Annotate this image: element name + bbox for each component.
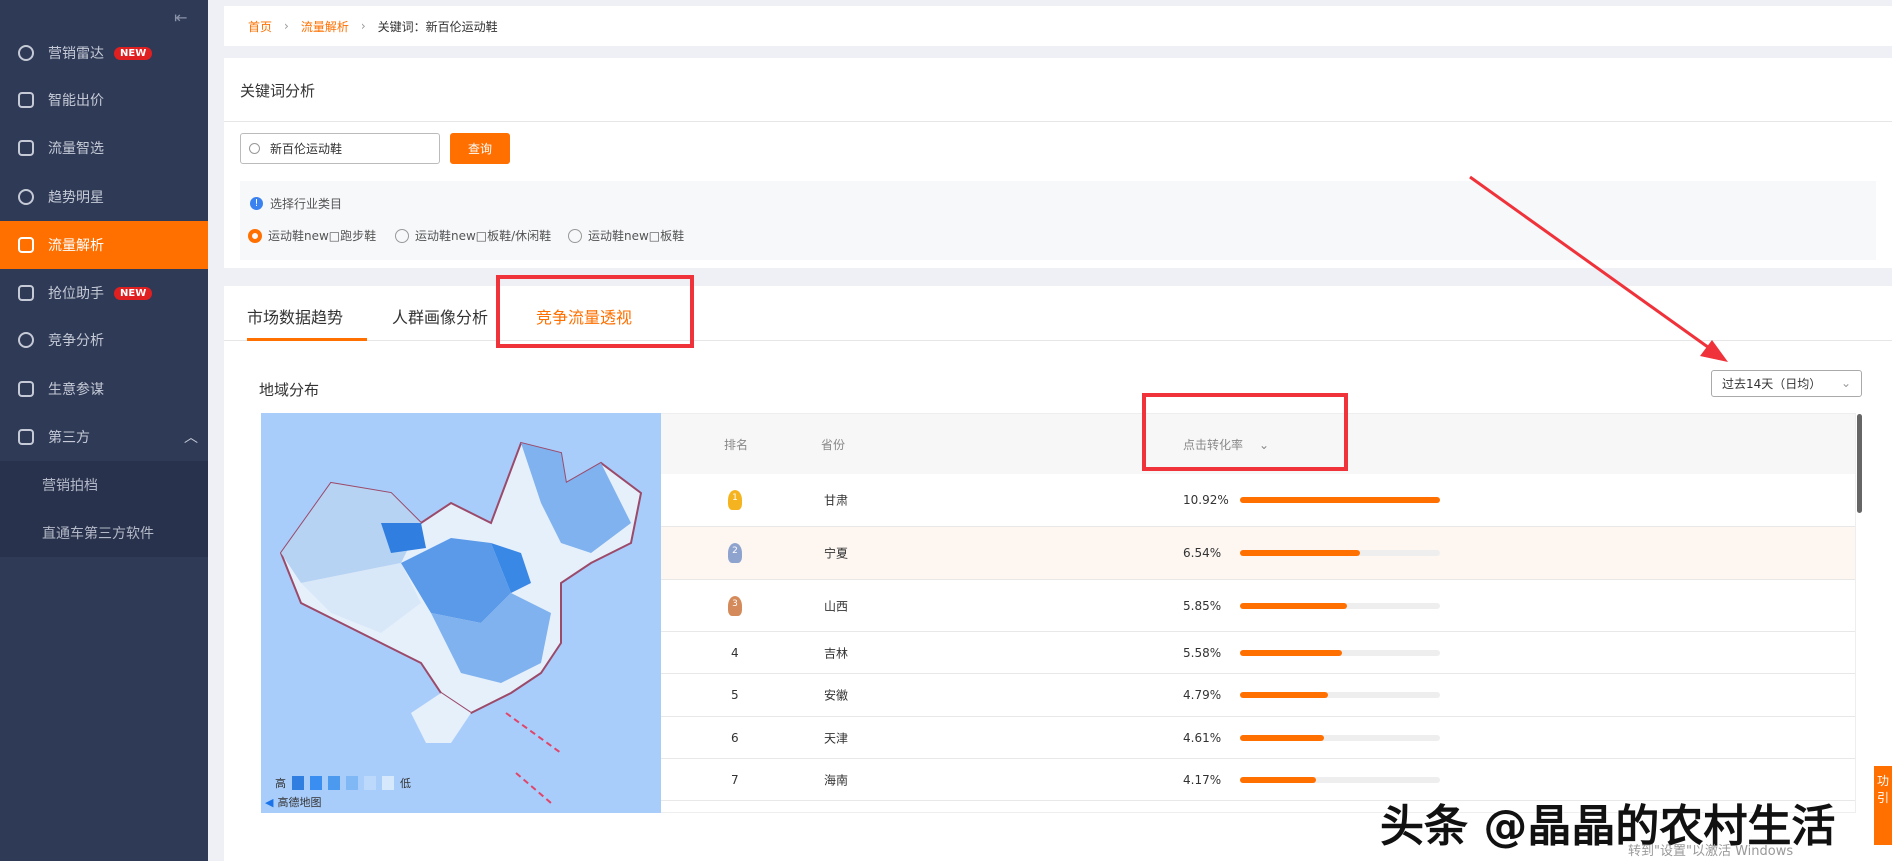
annotation-arrow	[1469, 175, 1728, 362]
windows-activation-notice: 转到"设置"以激活 Windows	[1628, 844, 1794, 859]
side-feature-tab[interactable]: 功引	[1874, 766, 1892, 845]
